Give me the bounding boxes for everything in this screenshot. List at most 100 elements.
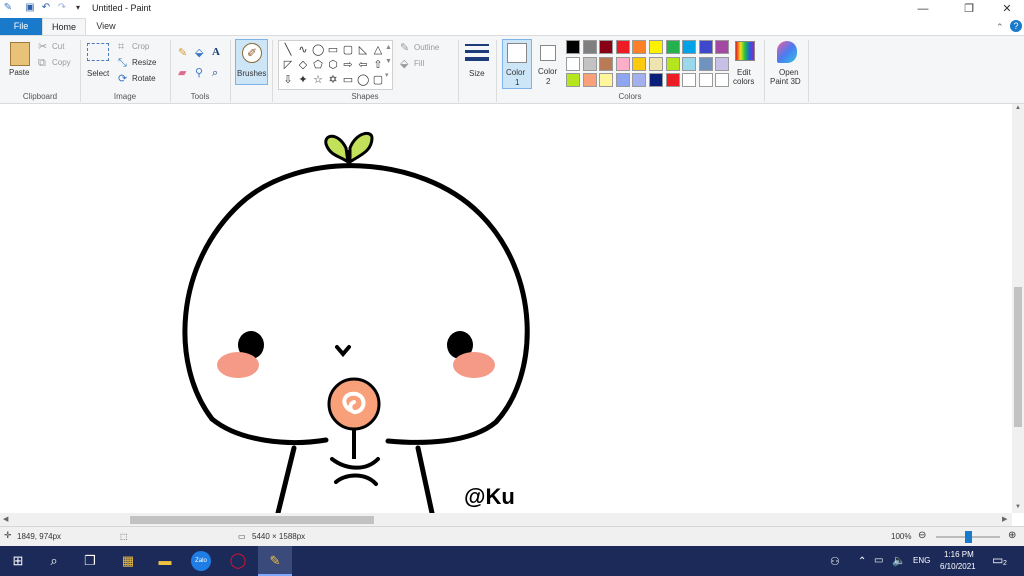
palette-swatch[interactable]: [698, 73, 713, 88]
right-arrow-shape-icon[interactable]: ⇨: [342, 59, 354, 71]
magnifier-icon[interactable]: ⌕: [212, 67, 218, 79]
crop-button[interactable]: Crop: [132, 42, 149, 51]
drawing-canvas[interactable]: @Ku: [0, 104, 1012, 513]
five-point-star-shape-icon[interactable]: ☆: [312, 74, 324, 86]
palette-swatch[interactable]: [615, 73, 630, 88]
size-button[interactable]: Size: [469, 69, 485, 78]
select-icon[interactable]: [87, 43, 109, 61]
edit-colors-icon[interactable]: [735, 41, 755, 61]
hexagon-shape-icon[interactable]: ⬡: [327, 59, 339, 71]
zalo-icon[interactable]: Zalo: [191, 551, 211, 571]
palette-swatch[interactable]: [649, 56, 663, 71]
zoom-out-icon[interactable]: ⊖: [918, 530, 926, 541]
palette-swatch[interactable]: [665, 40, 680, 54]
clock-time[interactable]: 1:16 PM: [944, 550, 974, 559]
close-button[interactable]: ✕: [992, 0, 1022, 18]
palette-swatch[interactable]: [682, 56, 697, 71]
right-triangle-shape-icon[interactable]: ◸: [282, 59, 294, 71]
palette-swatch[interactable]: [649, 73, 663, 88]
palette-swatch[interactable]: [698, 56, 713, 71]
notifications-icon[interactable]: ▭: [992, 553, 1003, 567]
horizontal-scrollbar[interactable]: ◀ ▶: [0, 513, 1012, 526]
size-icon[interactable]: [465, 42, 489, 66]
opera-browser-icon[interactable]: ◯: [228, 551, 248, 571]
brushes-button[interactable]: ✐ Brushes: [235, 39, 268, 85]
shapes-scroll-up-icon[interactable]: ▲: [385, 42, 392, 54]
scroll-right-icon[interactable]: ▶: [1002, 515, 1007, 523]
scroll-left-icon[interactable]: ◀: [3, 515, 8, 523]
four-point-star-shape-icon[interactable]: ✦: [297, 74, 309, 86]
color2-button[interactable]: Color 2: [535, 39, 563, 89]
palette-swatch[interactable]: [615, 40, 630, 54]
palette-swatch[interactable]: [582, 73, 597, 88]
rounded-rectangle-shape-icon[interactable]: ▢: [342, 44, 354, 56]
paint-taskbar-button[interactable]: ✎: [258, 546, 292, 576]
select-button[interactable]: Select: [87, 69, 109, 78]
tab-file[interactable]: File: [0, 18, 42, 35]
left-arrow-shape-icon[interactable]: ⇦: [357, 59, 369, 71]
palette-swatch[interactable]: [715, 56, 730, 71]
color1-button[interactable]: Color 1: [502, 39, 532, 89]
rect-callout-shape-icon[interactable]: ▭: [342, 74, 354, 86]
restore-button[interactable]: ❐: [954, 0, 984, 18]
palette-swatch[interactable]: [582, 56, 597, 71]
search-icon[interactable]: ⌕: [44, 551, 64, 571]
shapes-more-icon[interactable]: ▾: [385, 70, 389, 82]
polygon-shape-icon[interactable]: ◺: [357, 44, 369, 56]
zoom-in-icon[interactable]: ⊕: [1008, 530, 1016, 541]
start-windows-icon[interactable]: ⊞: [8, 551, 28, 571]
vertical-scroll-thumb[interactable]: [1014, 287, 1022, 427]
scroll-down-icon[interactable]: ▼: [1015, 504, 1021, 510]
copy-button[interactable]: Copy: [52, 58, 71, 67]
open-paint3d-button[interactable]: Open: [779, 68, 799, 77]
palette-swatch[interactable]: [632, 73, 647, 88]
palette-swatch[interactable]: [566, 56, 580, 71]
cut-button[interactable]: Cut: [52, 42, 64, 51]
fill-button[interactable]: Fill: [414, 59, 424, 68]
open-paint3d-button-2[interactable]: Paint 3D: [770, 77, 801, 86]
tab-home[interactable]: Home: [42, 18, 86, 35]
palette-swatch[interactable]: [632, 40, 647, 54]
palette-swatch[interactable]: [632, 56, 647, 71]
input-language[interactable]: ENG: [913, 556, 930, 565]
palette-swatch[interactable]: [599, 56, 614, 71]
zoom-slider-thumb[interactable]: [965, 531, 972, 543]
horizontal-scroll-thumb[interactable]: [130, 516, 374, 524]
palette-swatch[interactable]: [566, 40, 580, 54]
palette-swatch[interactable]: [665, 56, 680, 71]
palette-swatch[interactable]: [566, 73, 580, 88]
eraser-icon[interactable]: ▰: [178, 67, 186, 79]
redo-icon[interactable]: ↷: [56, 2, 68, 14]
volume-icon[interactable]: 🔈: [892, 554, 906, 567]
help-icon[interactable]: ?: [1010, 20, 1022, 32]
customize-toolbar-icon[interactable]: ▾: [72, 2, 84, 14]
six-point-star-shape-icon[interactable]: ✡: [327, 74, 339, 86]
palette-swatch[interactable]: [682, 40, 697, 54]
fill-bucket-icon[interactable]: ⬙: [195, 47, 203, 59]
undo-icon[interactable]: ↶: [40, 2, 52, 14]
minimize-button[interactable]: —: [908, 0, 938, 18]
palette-swatch[interactable]: [599, 73, 614, 88]
palette-swatch[interactable]: [599, 40, 614, 54]
palette-swatch[interactable]: [665, 73, 680, 88]
oval-shape-icon[interactable]: ◯: [312, 44, 324, 56]
file-explorer-icon[interactable]: ▬: [155, 551, 175, 571]
palette-swatch[interactable]: [649, 40, 663, 54]
tab-view[interactable]: View: [86, 18, 126, 35]
rotate-button[interactable]: Rotate: [132, 74, 156, 83]
cloud-callout-shape-icon[interactable]: ▢: [372, 74, 384, 86]
store-app-icon[interactable]: ▦: [118, 551, 138, 571]
rectangle-shape-icon[interactable]: ▭: [327, 44, 339, 56]
palette-swatch[interactable]: [698, 40, 713, 54]
pentagon-shape-icon[interactable]: ⬠: [312, 59, 324, 71]
color-picker-icon[interactable]: ⚲: [195, 67, 203, 79]
show-hidden-icons[interactable]: ⌃: [858, 556, 866, 567]
palette-swatch[interactable]: [582, 40, 597, 54]
line-shape-icon[interactable]: ╲: [282, 44, 294, 56]
outline-button[interactable]: Outline: [414, 43, 439, 52]
scroll-up-icon[interactable]: ▲: [1015, 105, 1021, 111]
palette-swatch[interactable]: [715, 40, 730, 54]
task-view-icon[interactable]: ❐: [80, 551, 100, 571]
palette-swatch[interactable]: [682, 73, 697, 88]
palette-swatch[interactable]: [615, 56, 630, 71]
